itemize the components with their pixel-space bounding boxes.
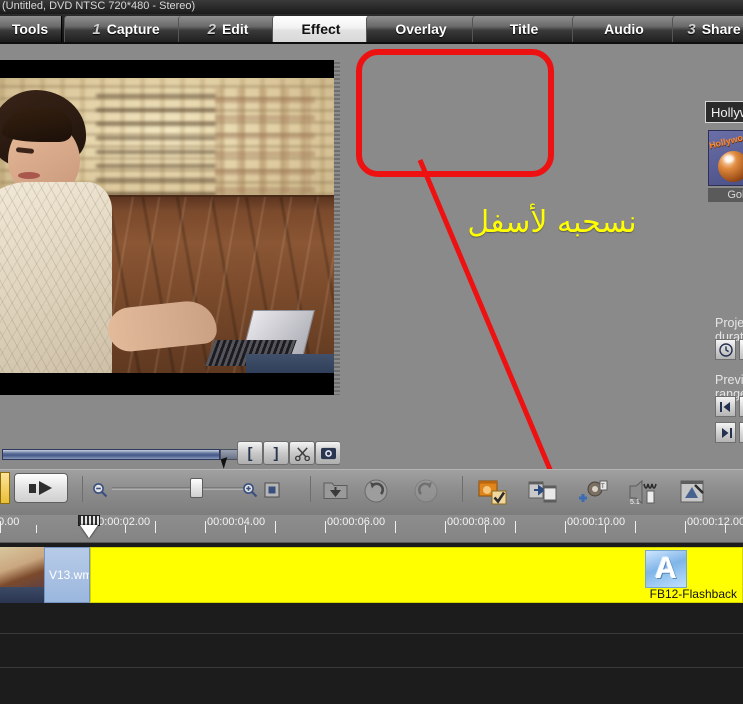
tab-share-label: Share bbox=[701, 21, 741, 37]
library-items-area[interactable]: Hollywood FX GOLD Gold bbox=[705, 128, 743, 210]
tab-edit-number: 2 bbox=[207, 20, 216, 38]
frame-person-shawl bbox=[0, 182, 112, 375]
library-category-dropdown[interactable]: Hollywood FX bbox=[705, 101, 743, 123]
smart-package-icon[interactable] bbox=[678, 478, 708, 511]
playhead-pointer bbox=[80, 525, 98, 538]
render-project-icon[interactable] bbox=[478, 478, 508, 511]
zoom-in-icon[interactable] bbox=[242, 482, 258, 503]
letterbox-top bbox=[0, 60, 334, 78]
ruler-label-3: 00:00:06.00 bbox=[327, 516, 386, 528]
tab-title[interactable]: Title bbox=[472, 16, 576, 42]
tab-tools[interactable]: Tools bbox=[0, 16, 62, 42]
tab-audio[interactable]: Audio bbox=[572, 16, 676, 42]
svg-text:5.1: 5.1 bbox=[630, 499, 640, 506]
ruler-label-6: 00:00:12.00 bbox=[687, 516, 743, 528]
project-duration-field[interactable]: 0:00:30.14 bbox=[739, 339, 743, 360]
frame-jeans bbox=[246, 354, 334, 375]
tab-overlay[interactable]: Overlay bbox=[366, 16, 476, 42]
zoom-slider-track bbox=[112, 487, 252, 490]
toolbar-separator-2 bbox=[310, 476, 311, 502]
scissors-icon bbox=[294, 446, 310, 461]
video-clip-label: V13.wm bbox=[49, 568, 90, 582]
zoom-slider-knob[interactable] bbox=[190, 478, 203, 498]
preview-panel: [ ] bbox=[0, 44, 341, 505]
add-effect-icon[interactable]: T bbox=[578, 478, 608, 511]
timeline-toolbar: T 5.1 bbox=[0, 469, 743, 515]
zoom-out-icon[interactable] bbox=[92, 482, 108, 503]
preview-end-field[interactable]: 0:00:30.14 bbox=[739, 422, 743, 443]
tab-effect-label: Effect bbox=[301, 21, 341, 37]
toolbar-separator-3 bbox=[462, 476, 463, 502]
timeline-view-icon bbox=[29, 481, 52, 495]
library-item-gold[interactable]: Hollywood FX GOLD Gold bbox=[708, 130, 743, 202]
toolbar-separator-1 bbox=[82, 476, 83, 502]
mark-out-label: ] bbox=[273, 444, 279, 462]
timeline-tracks[interactable]: V13.wm A FB12-Flashback bbox=[0, 543, 743, 704]
tab-capture-number: 1 bbox=[92, 20, 101, 38]
ruler-label-1: 00:00:02.00 bbox=[92, 516, 151, 528]
video-frame bbox=[0, 78, 334, 375]
undo-icon[interactable] bbox=[362, 478, 390, 509]
fit-project-icon[interactable] bbox=[264, 482, 280, 503]
svg-text:T: T bbox=[601, 484, 605, 490]
tab-capture[interactable]: 1 Capture bbox=[64, 16, 188, 42]
annotation-arabic-text: نسحبه لأسفل bbox=[467, 205, 637, 240]
timeline-mode-indicator bbox=[0, 472, 10, 504]
tab-title-label: Title bbox=[509, 21, 539, 37]
library-item-thumbnail: Hollywood FX bbox=[708, 130, 743, 186]
insert-media-icon[interactable] bbox=[322, 478, 350, 509]
tab-share[interactable]: 3 Share bbox=[672, 16, 743, 42]
ruler-label-4: 00:00:08.00 bbox=[447, 516, 506, 528]
other-tracks-area[interactable] bbox=[0, 605, 743, 704]
transition-glyph: A bbox=[655, 552, 677, 585]
library-item-caption: Gold bbox=[708, 188, 743, 202]
video-clip[interactable]: V13.wm bbox=[44, 547, 90, 603]
transition-thumbnail: A bbox=[645, 550, 687, 588]
track-divider-1 bbox=[0, 633, 743, 634]
mark-in-label: [ bbox=[247, 444, 253, 462]
ruler-label-2: 00:00:04.00 bbox=[207, 516, 266, 528]
tab-edit[interactable]: 2 Edit bbox=[178, 16, 278, 42]
window-title: (Untitled, DVD NTSC 720*480 - Stereo) bbox=[2, 0, 196, 12]
tab-audio-label: Audio bbox=[604, 21, 644, 37]
mark-in-icon[interactable] bbox=[715, 396, 736, 417]
frame-wall-art-2 bbox=[215, 88, 315, 193]
ruler-label-0: 0.00 bbox=[0, 516, 20, 528]
clip-thumbnail bbox=[0, 547, 44, 603]
preview-seek-bar[interactable] bbox=[2, 449, 220, 460]
tab-tools-label: Tools bbox=[11, 21, 49, 37]
video-track[interactable]: V13.wm A FB12-Flashback bbox=[0, 547, 743, 603]
mark-out-icon[interactable] bbox=[715, 422, 736, 443]
timeline-zoom-slider[interactable] bbox=[112, 478, 252, 498]
transition-clip[interactable]: A FB12-Flashback bbox=[90, 547, 743, 603]
video-preview-area[interactable] bbox=[0, 60, 334, 395]
cut-clip-button[interactable] bbox=[289, 441, 315, 465]
snapshot-button[interactable] bbox=[315, 441, 341, 465]
clock-icon[interactable] bbox=[715, 339, 736, 360]
tab-capture-label: Capture bbox=[106, 21, 160, 37]
tab-overlay-label: Overlay bbox=[395, 21, 447, 37]
ruler-label-5: 00:00:10.00 bbox=[567, 516, 626, 528]
tab-edit-label: Edit bbox=[221, 21, 249, 37]
audio-mixer-icon[interactable]: 5.1 bbox=[628, 478, 658, 511]
export-icon[interactable] bbox=[528, 478, 558, 511]
timeline-view-button[interactable] bbox=[14, 473, 68, 503]
redo-icon[interactable] bbox=[412, 478, 440, 509]
tab-effect[interactable]: Effect bbox=[272, 16, 370, 42]
timeline-ruler[interactable]: 0.00 00:00:02.00 00:00:04.00 00:00:06.00… bbox=[0, 515, 743, 543]
timeline-playhead[interactable] bbox=[78, 515, 100, 539]
step-tab-bar: Tools 1 Capture 2 Edit Effect Overlay Ti… bbox=[0, 14, 743, 44]
preview-start-field[interactable]: 0:00:00.00 bbox=[739, 396, 743, 417]
mark-out-button[interactable]: ] bbox=[263, 441, 289, 465]
options-library-panel: Hollywood FX A Z bbox=[340, 44, 743, 469]
letterbox-bottom bbox=[0, 373, 334, 393]
window-title-bar: (Untitled, DVD NTSC 720*480 - Stereo) bbox=[0, 0, 743, 14]
snapshot-icon bbox=[320, 447, 336, 459]
library-category-value: Hollywood FX bbox=[711, 104, 743, 120]
mark-in-button[interactable]: [ bbox=[237, 441, 263, 465]
tab-share-number: 3 bbox=[687, 20, 696, 38]
track-divider-2 bbox=[0, 667, 743, 668]
transition-label: FB12-Flashback bbox=[649, 587, 737, 601]
